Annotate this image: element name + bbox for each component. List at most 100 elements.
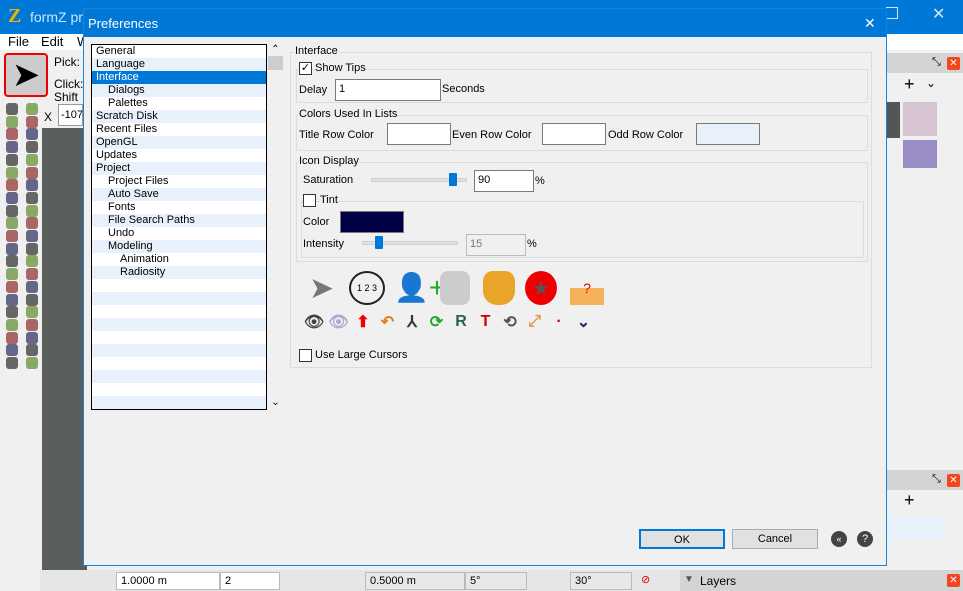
- viewport[interactable]: [42, 128, 87, 570]
- menu-edit[interactable]: Edit: [41, 34, 63, 49]
- ok-button[interactable]: OK: [639, 529, 725, 549]
- tool-icon[interactable]: [26, 217, 38, 230]
- tool-icon[interactable]: [26, 103, 38, 115]
- tree-item[interactable]: Modeling: [92, 240, 266, 253]
- tool-icon[interactable]: [6, 268, 18, 281]
- tool-icon[interactable]: [6, 166, 18, 179]
- saturation-slider-thumb[interactable]: [449, 173, 457, 186]
- maximize-button[interactable]: [886, 7, 898, 19]
- tree-item[interactable]: Undo: [92, 227, 266, 240]
- tool-icon[interactable]: [26, 242, 38, 255]
- help-icon[interactable]: ?: [857, 531, 873, 547]
- tool-icon[interactable]: [26, 141, 38, 154]
- tool-icon[interactable]: [6, 306, 18, 319]
- dialog-close-button[interactable]: ✕: [864, 15, 876, 32]
- layers-close-icon[interactable]: ✕: [947, 574, 960, 587]
- grid-size-input[interactable]: 1.0000 m: [116, 572, 220, 590]
- even-row-color-swatch[interactable]: [542, 123, 606, 145]
- tool-icon[interactable]: [6, 255, 18, 268]
- tool-icon[interactable]: [26, 153, 38, 166]
- tool-icon[interactable]: [6, 191, 18, 204]
- snap-distance-input[interactable]: 0.5000 m: [365, 572, 465, 590]
- tree-item[interactable]: Updates: [92, 149, 266, 162]
- large-cursors-checkbox[interactable]: [299, 349, 312, 362]
- tool-icon[interactable]: [26, 166, 38, 179]
- material-swatch[interactable]: [903, 140, 937, 168]
- material-swatch[interactable]: [886, 102, 900, 138]
- angle-input[interactable]: 5°: [465, 572, 527, 590]
- tool-icon[interactable]: [6, 344, 18, 357]
- snap-angle-input[interactable]: 30°: [570, 572, 632, 590]
- tree-item[interactable]: Project Files: [92, 175, 266, 188]
- back-icon[interactable]: «: [831, 531, 847, 547]
- undock-icon[interactable]: ⤡: [932, 473, 941, 486]
- tool-icon[interactable]: [6, 103, 18, 115]
- saturation-input[interactable]: 90: [474, 170, 534, 192]
- tool-icon[interactable]: [26, 280, 38, 293]
- tint-checkbox[interactable]: [303, 194, 316, 207]
- tool-icon[interactable]: [26, 331, 38, 344]
- tool-icon[interactable]: [6, 217, 18, 230]
- tree-item[interactable]: Auto Save: [92, 188, 266, 201]
- app-close-button[interactable]: ✕: [932, 4, 945, 24]
- tool-icon[interactable]: [26, 230, 38, 242]
- tree-item[interactable]: Dialogs: [92, 84, 266, 97]
- tool-icon[interactable]: [26, 293, 38, 306]
- menu-file[interactable]: File: [8, 34, 29, 49]
- current-tool-arrow-icon[interactable]: ➤: [4, 53, 48, 97]
- tool-icon[interactable]: [6, 179, 18, 192]
- tree-item[interactable]: Fonts: [92, 201, 266, 214]
- tree-item[interactable]: Language: [92, 58, 266, 71]
- tree-item[interactable]: File Search Paths: [92, 214, 266, 227]
- tool-icon[interactable]: [6, 230, 18, 242]
- tint-color-swatch[interactable]: [340, 211, 404, 233]
- plus-icon[interactable]: +: [904, 74, 915, 95]
- palette-close-icon[interactable]: ✕: [947, 57, 960, 70]
- tree-item[interactable]: Radiosity: [92, 266, 266, 279]
- undock-icon[interactable]: ⤡: [932, 56, 941, 69]
- tool-icon[interactable]: [26, 115, 38, 128]
- tree-item[interactable]: Recent Files: [92, 123, 266, 136]
- tool-icon[interactable]: [26, 357, 38, 369]
- intensity-slider-thumb[interactable]: [375, 236, 383, 249]
- x-input[interactable]: -107: [58, 104, 83, 126]
- tool-icon[interactable]: [6, 153, 18, 166]
- tree-item[interactable]: Project: [92, 162, 266, 175]
- plus-icon[interactable]: +: [904, 490, 915, 511]
- no-snap-icon[interactable]: ⊘: [641, 573, 650, 586]
- tree-item[interactable]: OpenGL: [92, 136, 266, 149]
- cancel-button[interactable]: Cancel: [732, 529, 818, 549]
- tool-icon[interactable]: [26, 318, 38, 331]
- material-swatch[interactable]: [903, 102, 937, 136]
- tool-icon[interactable]: [26, 128, 38, 141]
- count-input[interactable]: 2: [220, 572, 280, 590]
- show-tips-checkbox[interactable]: ✓: [299, 62, 312, 75]
- tool-icon[interactable]: [26, 204, 38, 217]
- tool-icon[interactable]: [6, 115, 18, 128]
- collapse-triangle-icon[interactable]: ▼: [684, 574, 694, 585]
- tool-icon[interactable]: [6, 357, 18, 369]
- tool-icon[interactable]: [26, 179, 38, 192]
- tool-icon[interactable]: [6, 318, 18, 331]
- palette-close-icon[interactable]: ✕: [947, 474, 960, 487]
- tree-item[interactable]: Interface: [92, 71, 266, 84]
- tool-icon[interactable]: [6, 141, 18, 154]
- odd-row-color-swatch[interactable]: [696, 123, 760, 145]
- tool-icon[interactable]: [6, 204, 18, 217]
- intensity-input[interactable]: 15: [466, 234, 526, 256]
- tool-icon[interactable]: [26, 191, 38, 204]
- tree-item[interactable]: General: [92, 45, 266, 58]
- list-row[interactable]: [886, 516, 944, 540]
- title-row-color-swatch[interactable]: [387, 123, 451, 145]
- chevron-down-icon[interactable]: ⌄: [926, 76, 936, 90]
- tool-icon[interactable]: [6, 242, 18, 255]
- tool-icon[interactable]: [6, 280, 18, 293]
- tree-scrollbar[interactable]: ⌃ ⌄: [267, 44, 284, 410]
- tool-icon[interactable]: [6, 293, 18, 306]
- tool-icon[interactable]: [26, 344, 38, 357]
- tool-icon[interactable]: [6, 331, 18, 344]
- tool-icon[interactable]: [6, 128, 18, 141]
- delay-input[interactable]: 1: [335, 79, 441, 101]
- tool-icon[interactable]: [26, 255, 38, 268]
- tree-item[interactable]: Scratch Disk: [92, 110, 266, 123]
